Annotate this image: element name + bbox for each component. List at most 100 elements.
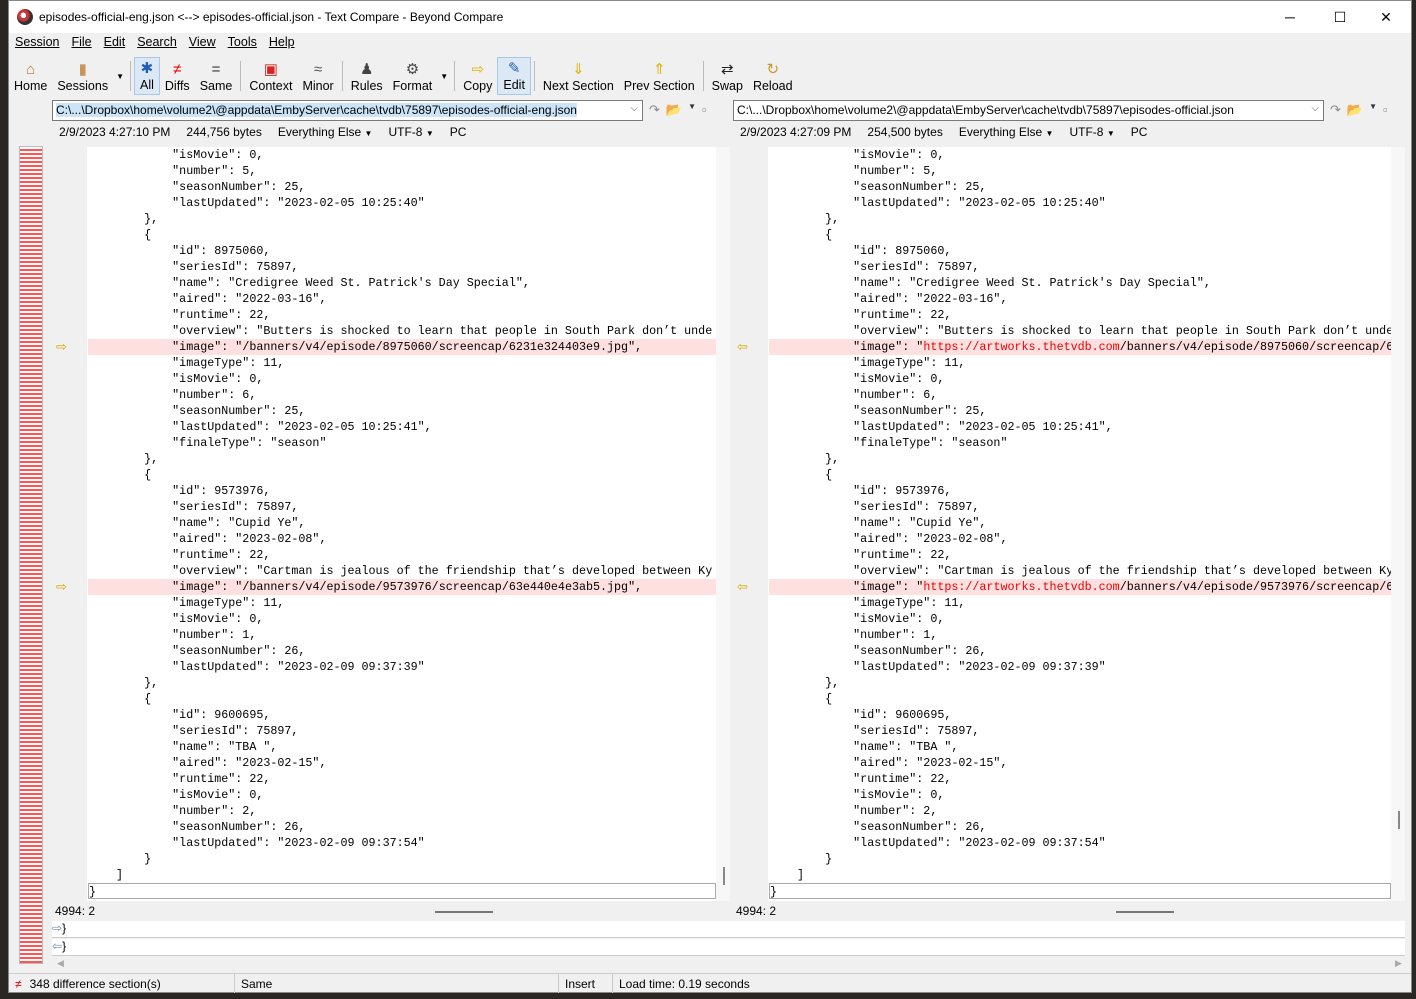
code-line[interactable]: "name": "Cupid Ye", <box>769 515 1391 531</box>
code-line[interactable]: "aired": "2023-02-08", <box>769 531 1391 547</box>
difference-overview-thumbnail[interactable] <box>19 146 43 964</box>
code-line[interactable]: "seasonNumber": 25, <box>769 179 1391 195</box>
code-line[interactable]: "runtime": 22, <box>769 547 1391 563</box>
code-line[interactable]: }, <box>769 211 1391 227</box>
code-line[interactable]: ] <box>88 867 716 883</box>
code-line[interactable]: "seasonNumber": 26, <box>88 819 716 835</box>
sessions-button[interactable]: ▮ Sessions <box>52 57 113 95</box>
code-line[interactable]: "number": 6, <box>88 387 716 403</box>
reload-button[interactable]: ↻ Reload <box>748 57 798 95</box>
scroll-thumb[interactable] <box>723 867 725 885</box>
menu-file[interactable]: File <box>71 35 91 49</box>
left-horizontal-scroll-thumb[interactable] <box>435 911 493 913</box>
code-line[interactable]: }, <box>88 451 716 467</box>
scroll-thumb[interactable] <box>1398 811 1400 829</box>
code-line[interactable]: "seasonNumber": 25, <box>88 179 716 195</box>
code-line[interactable]: "number": 5, <box>88 163 716 179</box>
code-line[interactable]: "seriesId": 75897, <box>88 723 716 739</box>
copy-left-arrow-icon[interactable]: ⇦ <box>737 579 748 595</box>
code-line[interactable]: }, <box>769 675 1391 691</box>
code-line[interactable]: "number": 2, <box>769 803 1391 819</box>
code-line[interactable]: "aired": "2023-02-08", <box>88 531 716 547</box>
code-line[interactable]: "isMovie": 0, <box>88 611 716 627</box>
save-icon[interactable]: ▫ <box>702 102 707 118</box>
next-file-icon[interactable]: ↷ <box>649 102 660 118</box>
code-line[interactable]: "number": 6, <box>769 387 1391 403</box>
code-line[interactable]: "seasonNumber": 26, <box>769 819 1391 835</box>
menu-tools[interactable]: Tools <box>228 35 257 49</box>
minimize-button[interactable]: ─ <box>1267 1 1313 33</box>
edit-button[interactable]: ✎ Edit <box>497 57 531 95</box>
code-line[interactable]: "lastUpdated": "2023-02-09 09:37:54" <box>769 835 1391 851</box>
code-line[interactable]: "finaleType": "season" <box>769 435 1391 451</box>
right-vertical-scrollbar[interactable] <box>1391 147 1405 901</box>
code-line[interactable]: { <box>769 691 1391 707</box>
code-line[interactable]: "lastUpdated": "2023-02-05 10:25:40" <box>88 195 716 211</box>
next-section-button[interactable]: ⇓ Next Section <box>538 57 619 95</box>
code-line[interactable]: ] <box>769 867 1391 883</box>
left-path-input[interactable]: C:\...\Dropbox\home\volume2\@appdata\Emb… <box>52 99 643 121</box>
code-line[interactable]: "runtime": 22, <box>88 547 716 563</box>
code-line[interactable]: "name": "TBA ", <box>88 739 716 755</box>
code-line[interactable]: "name": "TBA ", <box>769 739 1391 755</box>
code-line[interactable]: { <box>88 691 716 707</box>
chevron-down-icon[interactable]: ▼ <box>116 72 124 81</box>
code-line[interactable]: } <box>88 883 716 899</box>
diffs-button[interactable]: ≠ Diffs <box>160 57 195 95</box>
right-code[interactable]: "isMovie": 0, "number": 5, "seasonNumber… <box>769 147 1391 899</box>
rules-button[interactable]: ♟ Rules <box>346 57 388 95</box>
save-icon[interactable]: ▫ <box>1383 102 1388 118</box>
folder-open-icon[interactable]: 📂 <box>1347 102 1363 118</box>
code-line[interactable]: "lastUpdated": "2023-02-05 10:25:40" <box>769 195 1391 211</box>
right-format-select[interactable]: Everything Else ▼ <box>959 125 1054 139</box>
menu-session[interactable]: Session <box>15 35 59 49</box>
folder-open-icon[interactable]: 📂 <box>666 102 682 118</box>
code-line[interactable]: { <box>769 227 1391 243</box>
code-line[interactable]: "number": 2, <box>88 803 716 819</box>
code-line[interactable]: "id": 8975060, <box>88 243 716 259</box>
code-line[interactable]: }, <box>88 211 716 227</box>
diff-line[interactable]: "image": "https://artworks.thetvdb.com/b… <box>769 579 1391 595</box>
code-line[interactable]: "runtime": 22, <box>769 307 1391 323</box>
code-line[interactable]: "runtime": 22, <box>88 307 716 323</box>
code-line[interactable]: "seasonNumber": 26, <box>769 643 1391 659</box>
same-button[interactable]: = Same <box>195 57 238 95</box>
swap-button[interactable]: ⇄ Swap <box>707 57 748 95</box>
code-line[interactable]: "id": 9573976, <box>769 483 1391 499</box>
chevron-down-icon[interactable]: ▼ <box>688 102 696 118</box>
context-button[interactable]: ▣ Context <box>244 57 297 95</box>
left-lineend[interactable]: PC <box>450 125 467 139</box>
diff-line[interactable]: "image": "/banners/v4/episode/8975060/sc… <box>88 339 716 355</box>
chevron-down-icon[interactable]: ⌵ <box>1311 103 1319 114</box>
code-line[interactable]: "isMovie": 0, <box>769 147 1391 163</box>
code-line[interactable]: }, <box>769 451 1391 467</box>
prev-section-button[interactable]: ⇑ Prev Section <box>619 57 700 95</box>
copy-right-arrow-icon[interactable]: ⇨ <box>56 579 67 595</box>
chevron-down-icon[interactable]: ⌵ <box>630 103 638 114</box>
home-button[interactable]: ⌂ Home <box>9 57 52 95</box>
code-line[interactable]: "finaleType": "season" <box>88 435 716 451</box>
code-line[interactable]: "isMovie": 0, <box>769 787 1391 803</box>
code-line[interactable]: "overview": "Butters is shocked to learn… <box>88 323 716 339</box>
right-lineend[interactable]: PC <box>1131 125 1148 139</box>
right-horizontal-scroll-thumb[interactable] <box>1116 911 1174 913</box>
code-line[interactable]: "imageType": 11, <box>88 355 716 371</box>
code-line[interactable]: "seriesId": 75897, <box>88 499 716 515</box>
code-line[interactable]: "number": 1, <box>88 627 716 643</box>
code-line[interactable]: "seasonNumber": 25, <box>769 403 1391 419</box>
code-line[interactable]: "number": 1, <box>769 627 1391 643</box>
left-format-select[interactable]: Everything Else ▼ <box>278 125 373 139</box>
code-line[interactable]: "lastUpdated": "2023-02-09 09:37:39" <box>88 659 716 675</box>
code-line[interactable]: "lastUpdated": "2023-02-05 10:25:41", <box>769 419 1391 435</box>
code-line[interactable]: } <box>769 851 1391 867</box>
scroll-right-icon[interactable]: ▶ <box>1395 958 1402 969</box>
code-line[interactable]: "aired": "2023-02-15", <box>769 755 1391 771</box>
code-line[interactable]: "aired": "2023-02-15", <box>88 755 716 771</box>
menu-search[interactable]: Search <box>137 35 177 49</box>
menu-view[interactable]: View <box>189 35 216 49</box>
code-line[interactable]: "isMovie": 0, <box>88 787 716 803</box>
code-line[interactable]: "seasonNumber": 25, <box>88 403 716 419</box>
code-line[interactable]: "aired": "2022-03-16", <box>88 291 716 307</box>
code-line[interactable]: "imageType": 11, <box>88 595 716 611</box>
format-button[interactable]: ⚙ Format <box>388 57 438 95</box>
